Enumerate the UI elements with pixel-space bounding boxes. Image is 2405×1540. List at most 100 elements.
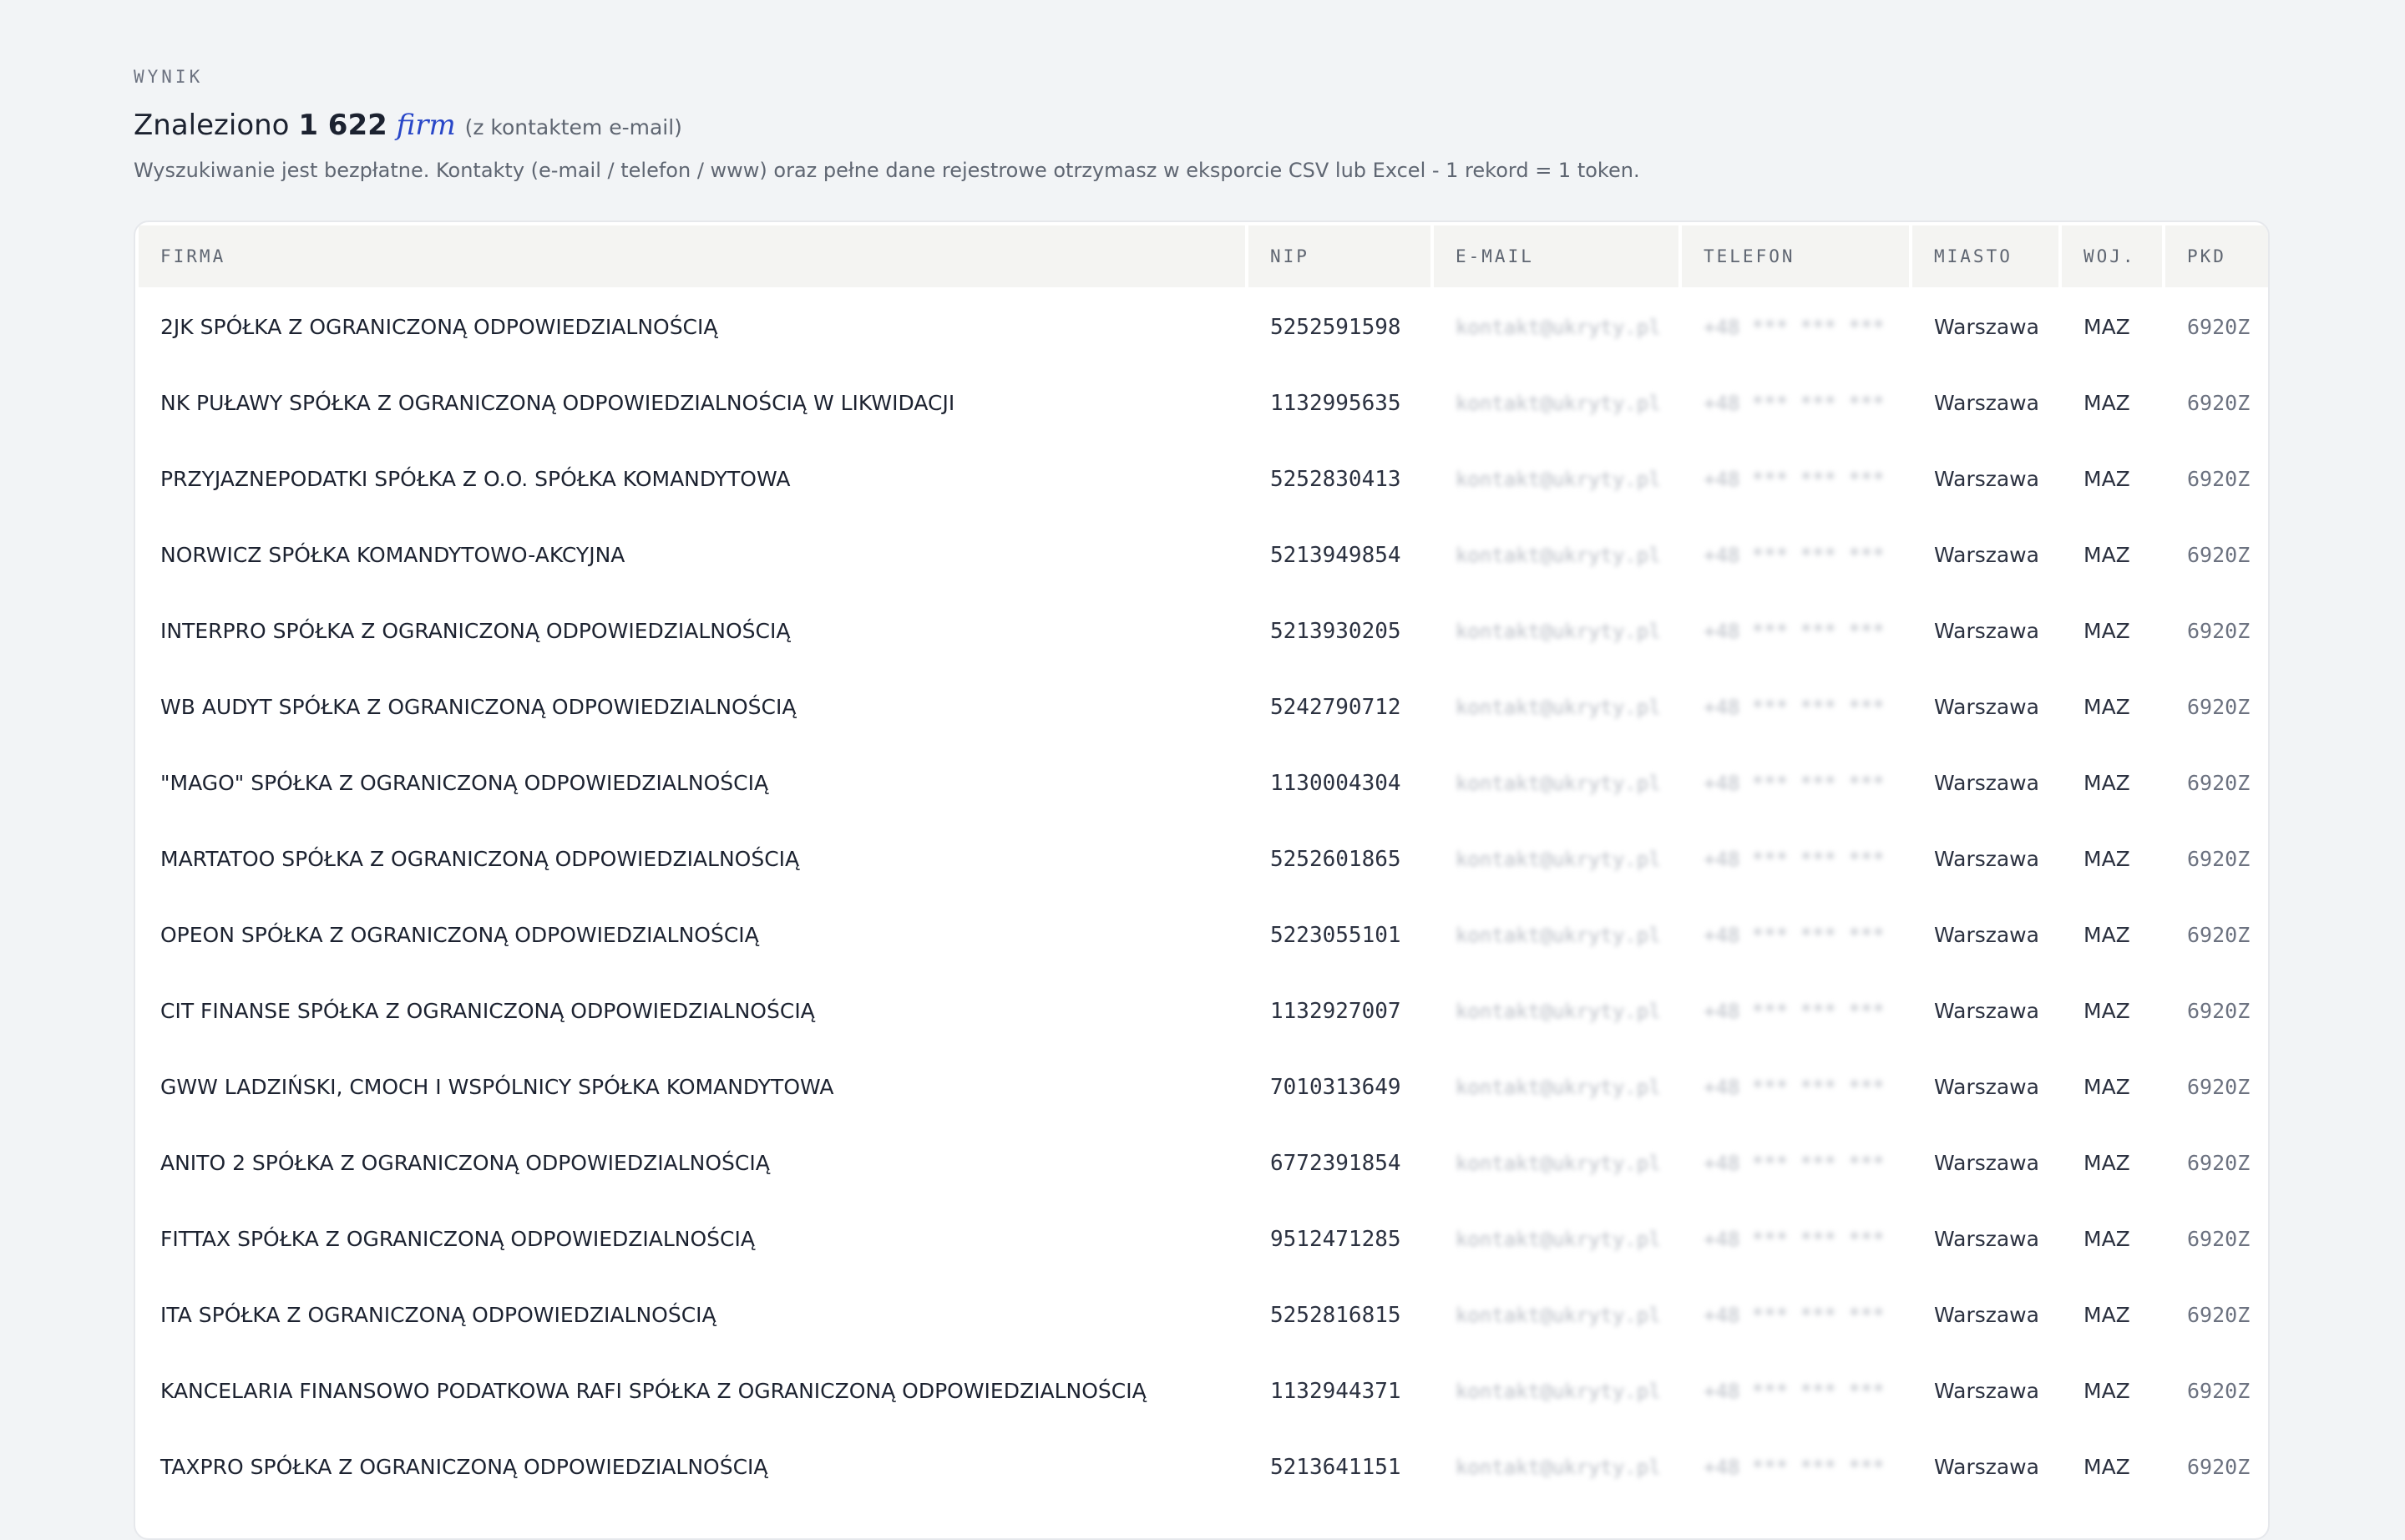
cell-email: kontakt@ukryty.pl bbox=[1434, 1127, 1678, 1199]
cell-nip: 1132944371 bbox=[1270, 1378, 1401, 1404]
table-row[interactable]: MARTATOO SPÓŁKA Z OGRANICZONĄ ODPOWIEDZI… bbox=[139, 823, 2268, 895]
cell-pkd: 6920Z bbox=[2187, 1151, 2251, 1175]
table-row[interactable]: OPEON SPÓŁKA Z OGRANICZONĄ ODPOWIEDZIALN… bbox=[139, 899, 2268, 971]
table-row[interactable]: INTERPRO SPÓŁKA Z OGRANICZONĄ ODPOWIEDZI… bbox=[139, 595, 2268, 667]
cell-firma: TAXPRO SPÓŁKA Z OGRANICZONĄ ODPOWIEDZIAL… bbox=[160, 1455, 768, 1479]
blurred-phone: +48 *** *** *** bbox=[1704, 620, 1885, 643]
cell-woj: MAZ bbox=[2083, 543, 2130, 567]
cell-woj: MAZ bbox=[2083, 1075, 2130, 1099]
cell-nip: 5213949854 bbox=[1270, 542, 1401, 568]
cell-woj: MAZ bbox=[2083, 1303, 2130, 1327]
cell-email: kontakt@ukryty.pl bbox=[1434, 595, 1678, 667]
cell-telefon: +48 *** *** *** bbox=[1682, 899, 1909, 971]
found-prefix: Znaleziono bbox=[134, 109, 290, 142]
table-row[interactable]: WB AUDYT SPÓŁKA Z OGRANICZONĄ ODPOWIEDZI… bbox=[139, 671, 2268, 743]
cell-pkd: 6920Z bbox=[2187, 923, 2251, 947]
results-table: FIRMA NIP E-MAIL TELEFON MIASTO WOJ. PKD 2JK S… bbox=[135, 222, 2268, 1507]
cell-nip: 5213930205 bbox=[1270, 618, 1401, 644]
cell-telefon: +48 *** *** *** bbox=[1682, 1279, 1909, 1351]
cell-firma: PRZYJAZNEPODATKI SPÓŁKA Z O.O. SPÓŁKA KO… bbox=[160, 467, 791, 491]
cell-woj: MAZ bbox=[2083, 1379, 2130, 1403]
cell-miasto: Warszawa bbox=[1934, 543, 2039, 567]
table-row[interactable]: KANCELARIA FINANSOWO PODATKOWA RAFI SPÓŁ… bbox=[139, 1355, 2268, 1427]
cell-email: kontakt@ukryty.pl bbox=[1434, 1355, 1678, 1427]
cell-firma: CIT FINANSE SPÓŁKA Z OGRANICZONĄ ODPOWIE… bbox=[160, 999, 815, 1023]
cell-miasto: Warszawa bbox=[1934, 771, 2039, 795]
cell-pkd: 6920Z bbox=[2187, 999, 2251, 1023]
blurred-phone: +48 *** *** *** bbox=[1704, 544, 1885, 567]
blurred-phone: +48 *** *** *** bbox=[1704, 316, 1885, 339]
table-row[interactable]: FITTAX SPÓŁKA Z OGRANICZONĄ ODPOWIEDZIAL… bbox=[139, 1203, 2268, 1275]
cell-miasto: Warszawa bbox=[1934, 315, 2039, 339]
cell-pkd: 6920Z bbox=[2187, 771, 2251, 795]
column-header-miasto[interactable]: MIASTO bbox=[1912, 225, 2058, 287]
column-header-email[interactable]: E-MAIL bbox=[1434, 225, 1678, 287]
blurred-phone: +48 *** *** *** bbox=[1704, 924, 1885, 947]
cell-email: kontakt@ukryty.pl bbox=[1434, 823, 1678, 895]
cell-woj: MAZ bbox=[2083, 619, 2130, 643]
cell-woj: MAZ bbox=[2083, 1227, 2130, 1251]
cell-firma: GWW LADZIŃSKI, CMOCH I WSPÓLNICY SPÓŁKA … bbox=[160, 1075, 834, 1099]
blurred-phone: +48 *** *** *** bbox=[1704, 468, 1885, 491]
cell-pkd: 6920Z bbox=[2187, 1303, 2251, 1327]
cell-firma: 2JK SPÓŁKA Z OGRANICZONĄ ODPOWIEDZIALNOŚ… bbox=[160, 315, 718, 339]
cell-nip: 1132995635 bbox=[1270, 390, 1401, 416]
table-row[interactable]: ANITO 2 SPÓŁKA Z OGRANICZONĄ ODPOWIEDZIA… bbox=[139, 1127, 2268, 1199]
cell-nip: 5242790712 bbox=[1270, 694, 1401, 720]
cell-miasto: Warszawa bbox=[1934, 695, 2039, 719]
table-row[interactable]: TAXPRO SPÓŁKA Z OGRANICZONĄ ODPOWIEDZIAL… bbox=[139, 1431, 2268, 1503]
cell-telefon: +48 *** *** *** bbox=[1682, 1355, 1909, 1427]
cell-telefon: +48 *** *** *** bbox=[1682, 443, 1909, 515]
cell-woj: MAZ bbox=[2083, 923, 2130, 947]
cell-telefon: +48 *** *** *** bbox=[1682, 1431, 1909, 1503]
cell-firma: ITA SPÓŁKA Z OGRANICZONĄ ODPOWIEDZIALNOŚ… bbox=[160, 1303, 716, 1327]
blurred-email: kontakt@ukryty.pl bbox=[1456, 772, 1661, 795]
column-header-nip[interactable]: NIP bbox=[1248, 225, 1430, 287]
table-header-row: FIRMA NIP E-MAIL TELEFON MIASTO WOJ. PKD bbox=[139, 225, 2268, 287]
blurred-phone: +48 *** *** *** bbox=[1704, 1152, 1885, 1175]
cell-firma: INTERPRO SPÓŁKA Z OGRANICZONĄ ODPOWIEDZI… bbox=[160, 619, 791, 643]
cell-woj: MAZ bbox=[2083, 315, 2130, 339]
table-row[interactable]: 2JK SPÓŁKA Z OGRANICZONĄ ODPOWIEDZIALNOŚ… bbox=[139, 291, 2268, 363]
blurred-email: kontakt@ukryty.pl bbox=[1456, 924, 1661, 947]
table-row[interactable]: NORWICZ SPÓŁKA KOMANDYTOWO-AKCYJNA 521394… bbox=[139, 519, 2268, 591]
blurred-phone: +48 *** *** *** bbox=[1704, 1380, 1885, 1403]
table-row[interactable]: ITA SPÓŁKA Z OGRANICZONĄ ODPOWIEDZIALNOŚ… bbox=[139, 1279, 2268, 1351]
cell-nip: 5213641151 bbox=[1270, 1454, 1401, 1480]
table-row[interactable]: "MAGO" SPÓŁKA Z OGRANICZONĄ ODPOWIEDZIAL… bbox=[139, 747, 2268, 819]
blurred-phone: +48 *** *** *** bbox=[1704, 696, 1885, 719]
results-unit: firm bbox=[396, 109, 456, 142]
cell-firma: KANCELARIA FINANSOWO PODATKOWA RAFI SPÓŁ… bbox=[160, 1379, 1147, 1403]
table-row[interactable]: PRZYJAZNEPODATKI SPÓŁKA Z O.O. SPÓŁKA KO… bbox=[139, 443, 2268, 515]
cell-woj: MAZ bbox=[2083, 847, 2130, 871]
cell-miasto: Warszawa bbox=[1934, 923, 2039, 947]
cell-firma: MARTATOO SPÓŁKA Z OGRANICZONĄ ODPOWIEDZI… bbox=[160, 847, 800, 871]
column-header-woj[interactable]: WOJ. bbox=[2062, 225, 2162, 287]
table-row[interactable]: CIT FINANSE SPÓŁKA Z OGRANICZONĄ ODPOWIE… bbox=[139, 975, 2268, 1047]
column-header-telefon[interactable]: TELEFON bbox=[1682, 225, 1909, 287]
cell-firma: NK PUŁAWY SPÓŁKA Z OGRANICZONĄ ODPOWIEDZ… bbox=[160, 391, 955, 415]
blurred-email: kontakt@ukryty.pl bbox=[1456, 544, 1661, 567]
blurred-phone: +48 *** *** *** bbox=[1704, 1228, 1885, 1251]
cell-pkd: 6920Z bbox=[2187, 1227, 2251, 1251]
blurred-email: kontakt@ukryty.pl bbox=[1456, 1304, 1661, 1327]
cell-miasto: Warszawa bbox=[1934, 391, 2039, 415]
cell-woj: MAZ bbox=[2083, 1455, 2130, 1479]
results-subtitle: Wyszukiwanie jest bezpłatne. Kontakty (e… bbox=[134, 159, 1640, 182]
cell-nip: 5252830413 bbox=[1270, 466, 1401, 492]
cell-nip: 9512471285 bbox=[1270, 1226, 1401, 1252]
cell-telefon: +48 *** *** *** bbox=[1682, 291, 1909, 363]
cell-telefon: +48 *** *** *** bbox=[1682, 747, 1909, 819]
cell-woj: MAZ bbox=[2083, 1151, 2130, 1175]
cell-telefon: +48 *** *** *** bbox=[1682, 595, 1909, 667]
table-row[interactable]: NK PUŁAWY SPÓŁKA Z OGRANICZONĄ ODPOWIEDZ… bbox=[139, 367, 2268, 439]
cell-miasto: Warszawa bbox=[1934, 1075, 2039, 1099]
cell-miasto: Warszawa bbox=[1934, 619, 2039, 643]
cell-email: kontakt@ukryty.pl bbox=[1434, 1203, 1678, 1275]
column-header-firma[interactable]: FIRMA bbox=[139, 225, 1245, 287]
cell-telefon: +48 *** *** *** bbox=[1682, 1127, 1909, 1199]
column-header-pkd[interactable]: PKD bbox=[2165, 225, 2268, 287]
cell-nip: 7010313649 bbox=[1270, 1074, 1401, 1100]
cell-telefon: +48 *** *** *** bbox=[1682, 671, 1909, 743]
table-row[interactable]: GWW LADZIŃSKI, CMOCH I WSPÓLNICY SPÓŁKA … bbox=[139, 1051, 2268, 1123]
